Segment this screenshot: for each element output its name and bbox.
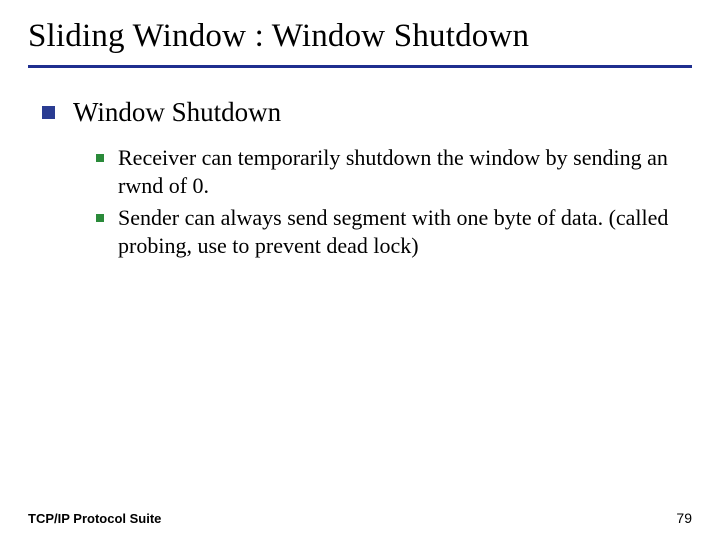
square-bullet-small-icon [96, 214, 104, 222]
bullet-level2-text: Receiver can temporarily shutdown the wi… [118, 144, 678, 200]
bullet-level2-text: Sender can always send segment with one … [118, 204, 678, 260]
title-underline [28, 65, 692, 68]
slide: Sliding Window : Window Shutdown Window … [0, 0, 720, 540]
bullet-level1: Window Shutdown [42, 96, 692, 130]
bullet-level2: Receiver can temporarily shutdown the wi… [96, 144, 692, 200]
footer-page-number: 79 [676, 510, 692, 526]
footer-source: TCP/IP Protocol Suite [28, 511, 161, 526]
slide-footer: TCP/IP Protocol Suite 79 [28, 510, 692, 526]
bullet-level1-text: Window Shutdown [73, 96, 281, 130]
slide-title: Sliding Window : Window Shutdown [28, 18, 692, 55]
square-bullet-icon [42, 106, 55, 119]
bullet-level2-group: Receiver can temporarily shutdown the wi… [96, 144, 692, 261]
square-bullet-small-icon [96, 154, 104, 162]
bullet-level2: Sender can always send segment with one … [96, 204, 692, 260]
